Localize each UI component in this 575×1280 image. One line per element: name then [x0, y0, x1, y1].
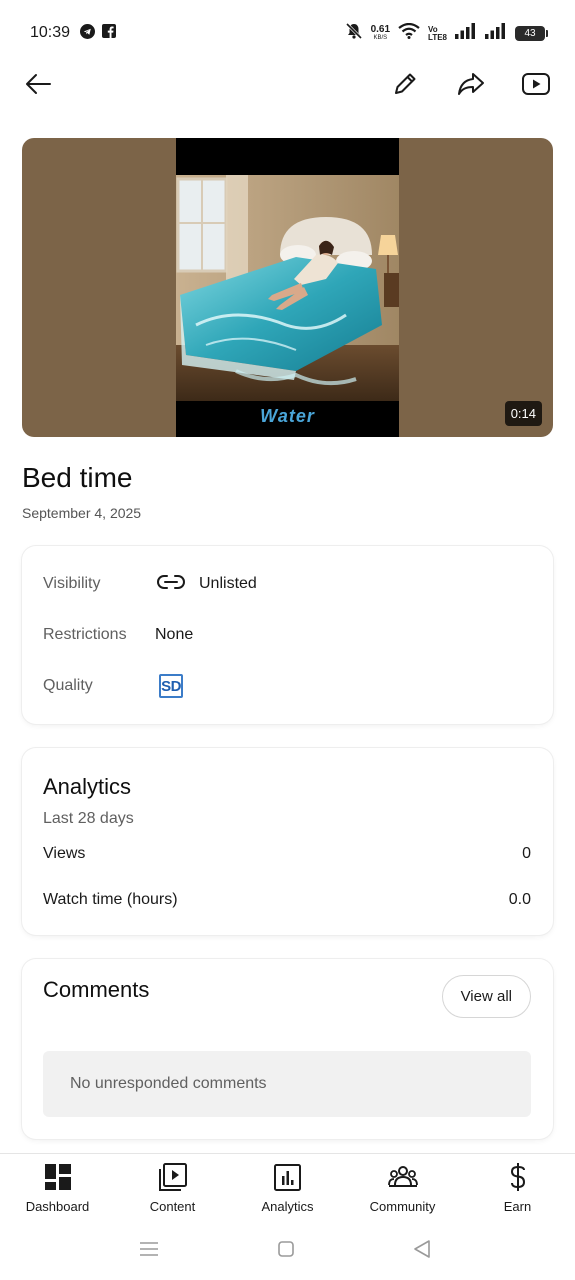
nav-item-earn[interactable]: Earn	[460, 1162, 575, 1214]
system-navigation-bar	[0, 1223, 575, 1280]
telegram-icon	[80, 24, 95, 44]
back-button[interactable]	[20, 68, 56, 104]
video-date: September 4, 2025	[22, 505, 142, 521]
sd-quality-icon: SD	[159, 674, 183, 698]
quality-label: Quality	[43, 677, 93, 694]
home-button[interactable]	[274, 1239, 298, 1263]
watch-time-value: 0.0	[508, 891, 531, 908]
top-action-bar	[0, 62, 575, 108]
views-label: Views	[43, 845, 86, 862]
arrow-left-icon	[25, 73, 51, 100]
comments-card: Comments View all No unresponded comment…	[22, 959, 553, 1139]
net-speed-unit: KB/S	[373, 34, 388, 41]
visibility-label: Visibility	[43, 575, 101, 592]
view-all-comments-button[interactable]: View all	[441, 975, 531, 1018]
signal-icon	[455, 23, 477, 44]
video-scene-image	[176, 175, 399, 401]
square-icon	[278, 1240, 294, 1262]
visibility-value: Unlisted	[199, 575, 257, 592]
edit-button[interactable]	[387, 68, 423, 104]
analytics-icon	[273, 1162, 303, 1192]
nav-item-community[interactable]: Community	[345, 1162, 460, 1214]
empty-comments-message: No unresponded comments	[70, 1075, 267, 1092]
dashboard-icon	[43, 1162, 73, 1192]
volte-indicator: Vo LTE8	[428, 25, 447, 42]
status-right-group: 0.61 KB/S Vo LTE8 43	[345, 22, 548, 45]
content-icon	[158, 1162, 188, 1192]
open-youtube-button[interactable]	[518, 68, 554, 104]
nav-item-dashboard[interactable]: Dashboard	[0, 1162, 115, 1214]
video-watermark: Water	[260, 406, 315, 426]
share-button[interactable]	[453, 68, 489, 104]
nav-item-content[interactable]: Content	[115, 1162, 230, 1214]
views-value: 0	[522, 845, 531, 862]
recent-apps-button[interactable]	[137, 1239, 161, 1263]
system-back-button[interactable]	[410, 1239, 434, 1263]
triangle-back-icon	[414, 1239, 430, 1263]
analytics-title: Analytics	[43, 774, 132, 799]
video-details-card: Visibility Unlisted Restrictions None Qu…	[22, 546, 553, 724]
comments-empty-state: No unresponded comments	[43, 1051, 531, 1117]
nav-label-analytics: Analytics	[261, 1199, 314, 1214]
youtube-icon	[522, 72, 550, 100]
net-speed-value: 0.61	[370, 23, 391, 35]
nav-label-community: Community	[369, 1199, 436, 1214]
facebook-icon	[102, 24, 116, 43]
nav-item-analytics[interactable]: Analytics	[230, 1162, 345, 1214]
status-bar: 10:39 0.61 KB/S Vo LTE8 43	[0, 0, 575, 66]
nav-label-earn: Earn	[503, 1199, 532, 1214]
nav-label-dashboard: Dashboard	[25, 1199, 90, 1214]
volte-bottom: LTE8	[428, 32, 447, 42]
menu-lines-icon	[140, 1241, 158, 1262]
mute-bell-icon	[345, 22, 363, 45]
nav-label-content: Content	[149, 1199, 196, 1214]
quality-value-group: SD	[155, 674, 183, 698]
restrictions-value: None	[155, 626, 194, 643]
video-title: Bed time	[22, 462, 133, 493]
visibility-row[interactable]: Visibility Unlisted	[43, 572, 257, 596]
quality-row: Quality SD	[43, 674, 183, 698]
comments-title: Comments	[43, 977, 150, 1002]
analytics-period: Last 28 days	[43, 810, 134, 827]
watch-time-label: Watch time (hours)	[43, 891, 178, 908]
analytics-card[interactable]: Analytics Last 28 days Views 0 Watch tim…	[22, 748, 553, 935]
signal-icon-2	[485, 23, 507, 44]
status-time: 10:39	[30, 24, 71, 41]
community-icon	[387, 1162, 418, 1192]
restrictions-row[interactable]: Restrictions None	[43, 623, 193, 647]
video-thumbnail[interactable]: Water 0:14	[22, 138, 553, 437]
share-icon	[457, 72, 485, 101]
duration-badge: 0:14	[504, 401, 542, 426]
visibility-value-group: Unlisted	[155, 573, 257, 596]
link-icon	[155, 573, 187, 596]
restrictions-label: Restrictions	[43, 626, 127, 643]
battery-icon: 43	[515, 26, 548, 41]
bottom-navigation: Dashboard Content Analytics Community Ea…	[0, 1153, 575, 1223]
network-speed: 0.61 KB/S	[370, 23, 391, 43]
pencil-icon	[392, 71, 418, 102]
watch-time-row: Watch time (hours) 0.0	[43, 891, 531, 909]
dollar-icon	[503, 1162, 533, 1192]
wifi-icon	[398, 22, 420, 44]
video-frame: Water	[176, 138, 399, 437]
views-row: Views 0	[43, 845, 531, 863]
